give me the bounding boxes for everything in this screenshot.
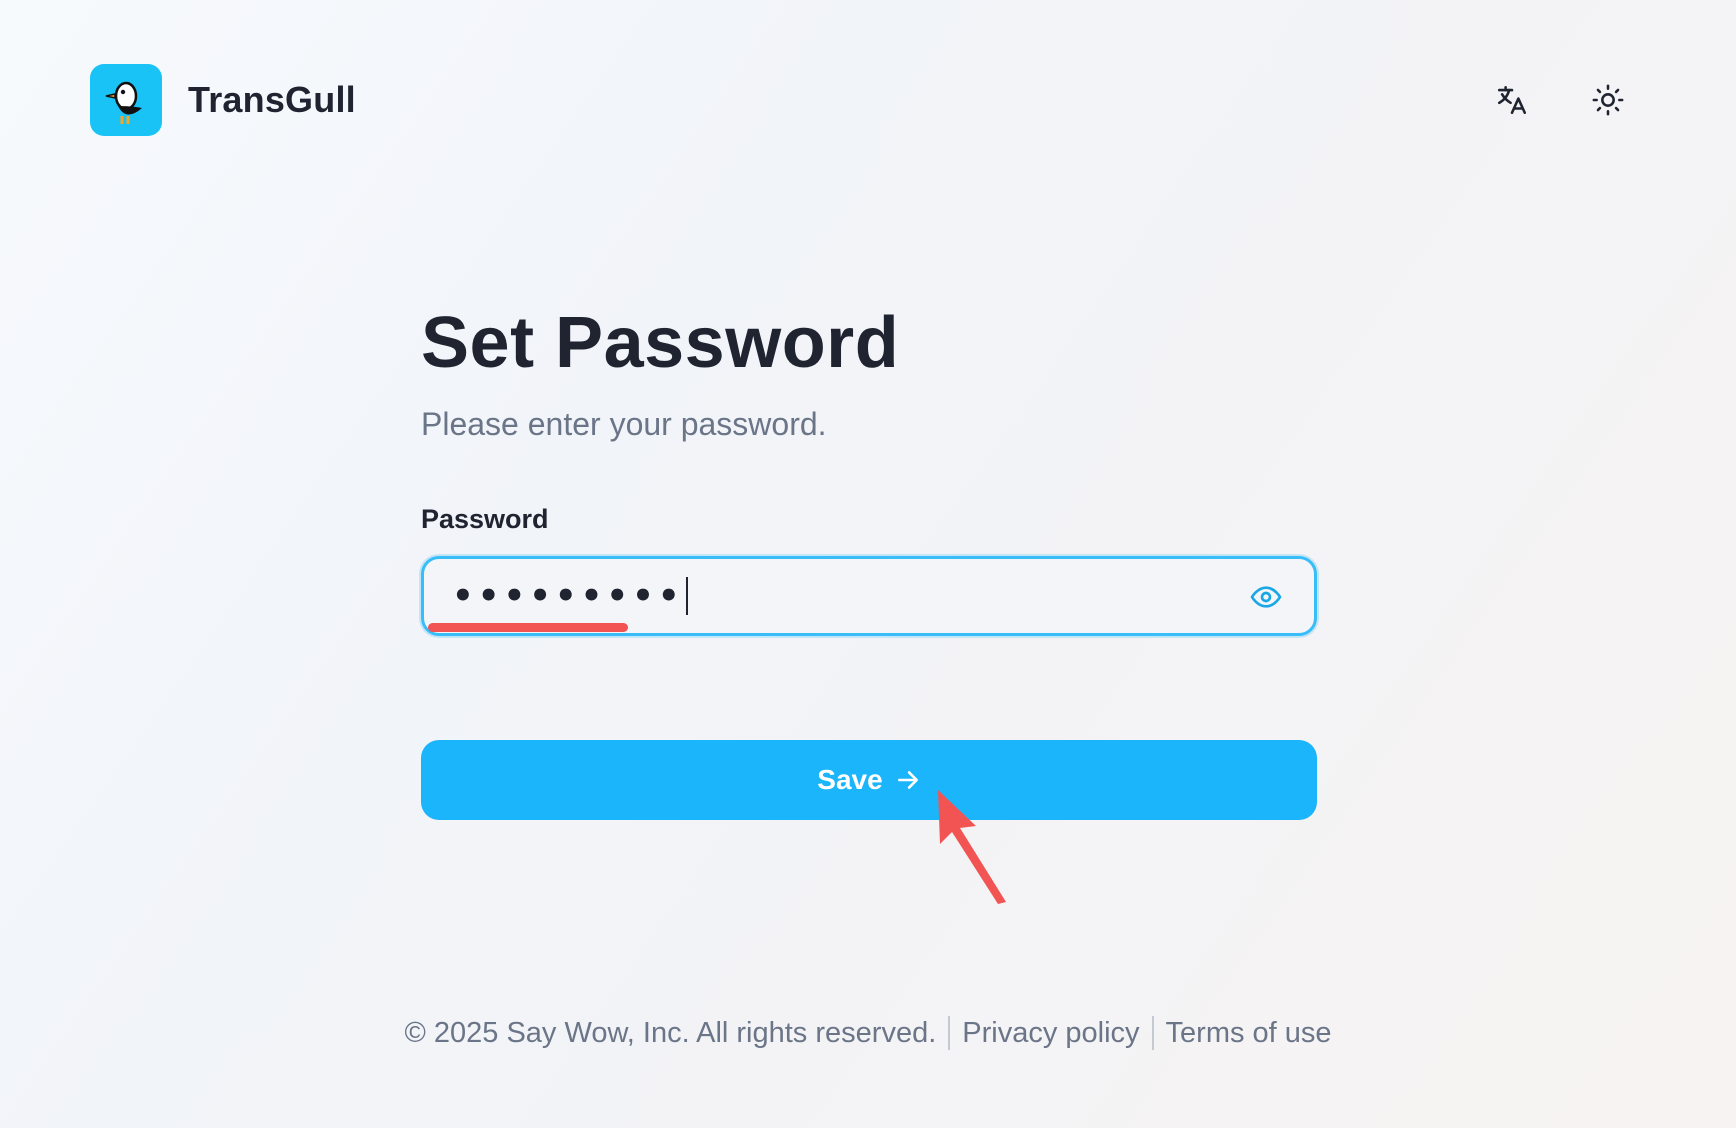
password-value[interactable]: ••••••••• — [452, 576, 688, 616]
footer: © 2025 Say Wow, Inc. All rights reserved… — [0, 1016, 1736, 1050]
translate-button[interactable] — [1486, 74, 1538, 126]
arrow-right-icon — [895, 767, 921, 793]
red-pointer-arrow-icon — [930, 790, 1010, 915]
page-subtitle: Please enter your password. — [421, 406, 827, 442]
save-button[interactable]: Save — [421, 740, 1317, 820]
theme-toggle-button[interactable] — [1582, 74, 1634, 126]
seagull-logo-icon — [90, 64, 162, 136]
privacy-policy-link[interactable]: Privacy policy — [962, 1017, 1139, 1050]
set-password-form: Set Password Please enter your password.… — [421, 300, 1317, 820]
show-password-button[interactable] — [1248, 579, 1284, 615]
eye-icon — [1250, 586, 1282, 608]
terms-of-use-link[interactable]: Terms of use — [1166, 1017, 1332, 1050]
text-caret — [685, 577, 688, 615]
highlight-underline — [428, 623, 628, 632]
copyright-text: © 2025 Say Wow, Inc. All rights reserved… — [404, 1016, 937, 1049]
app-name: TransGull — [188, 79, 356, 120]
page-title: Set Password — [421, 303, 900, 383]
sun-icon — [1592, 84, 1624, 116]
password-input[interactable]: ••••••••• — [421, 556, 1317, 636]
password-label: Password — [421, 504, 549, 534]
footer-divider — [948, 1016, 951, 1050]
password-masked-text: ••••••••• — [452, 576, 684, 616]
translate-icon — [1497, 85, 1527, 115]
brand[interactable]: TransGull — [90, 64, 356, 136]
save-button-label: Save — [817, 764, 883, 795]
footer-divider — [1151, 1016, 1154, 1050]
header: TransGull — [0, 0, 1736, 200]
